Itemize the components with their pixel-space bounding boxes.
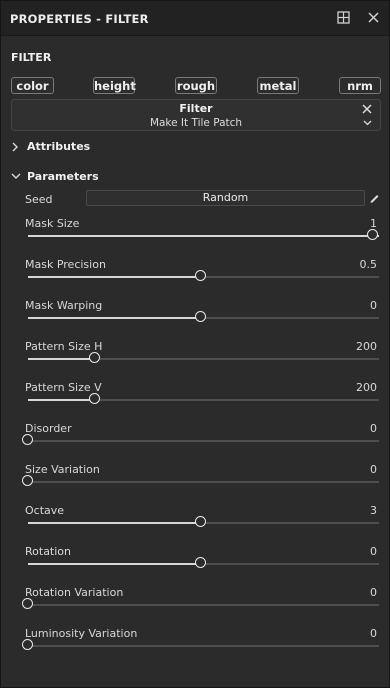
param-value: 3 [370, 504, 377, 517]
param-label: Rotation [25, 545, 72, 558]
seed-label: Seed [25, 193, 53, 206]
close-icon[interactable] [362, 104, 372, 114]
parameters-label: Parameters [27, 170, 99, 183]
param-value: 0 [370, 586, 377, 599]
param-slider-track[interactable] [28, 604, 379, 606]
section-title: FILTER [11, 51, 52, 64]
param-slider-handle[interactable] [194, 311, 206, 322]
param-slider-fill [28, 358, 97, 360]
param-row: Size Variation 0 [22, 463, 379, 503]
param-row: Pattern Size H 200 [25, 340, 379, 380]
param-slider-fill [28, 317, 204, 319]
param-slider-track[interactable] [28, 440, 379, 442]
param-slider-fill [28, 235, 379, 237]
param-row: Rotation Variation 0 [22, 586, 379, 626]
param-slider-track[interactable] [28, 645, 379, 647]
param-label: Rotation Variation [25, 586, 124, 599]
param-value: 0 [370, 299, 377, 312]
param-slider-handle[interactable] [22, 434, 33, 445]
filter-value: Make It Tile Patch [149, 117, 243, 129]
filter-selector[interactable]: Filter Make It Tile Patch [11, 99, 381, 131]
attributes-label: Attributes [27, 140, 91, 153]
param-slider-fill [28, 563, 204, 565]
close-panel-icon[interactable] [367, 11, 380, 24]
param-label: Mask Size [25, 217, 80, 230]
channel-nrm-button[interactable]: nrm [339, 77, 381, 94]
param-row: Rotation 0 [25, 545, 379, 585]
param-slider-handle[interactable] [22, 639, 33, 650]
panel-titlebar: PROPERTIES - FILTER [1, 1, 389, 36]
param-slider-handle[interactable] [89, 352, 101, 363]
param-slider-fill [28, 399, 97, 401]
channel-rough-button[interactable]: rough [175, 77, 217, 94]
param-slider-handle[interactable] [194, 270, 206, 281]
channel-height-button[interactable]: height [93, 77, 136, 94]
param-slider-handle[interactable] [22, 598, 33, 609]
param-slider-handle[interactable] [22, 475, 33, 486]
param-value: 0 [370, 422, 377, 435]
attributes-group-header[interactable]: Attributes [11, 140, 131, 154]
param-label: Disorder [25, 422, 72, 435]
param-row: Mask Precision 0.5 [25, 258, 379, 298]
param-slider-track[interactable] [28, 358, 379, 360]
param-value: 0 [370, 463, 377, 476]
param-slider-handle[interactable] [89, 393, 101, 404]
param-label: Size Variation [25, 463, 100, 476]
param-value: 0 [370, 545, 377, 558]
param-label: Octave [25, 504, 65, 517]
param-label: Mask Precision [25, 258, 106, 271]
param-label: Mask Warping [25, 299, 103, 312]
chevron-down-icon [11, 173, 21, 179]
param-slider-track[interactable] [28, 235, 379, 237]
param-label: Luminosity Variation [25, 627, 138, 640]
param-slider-handle[interactable] [194, 516, 206, 527]
param-slider-fill [28, 276, 204, 278]
panel-title: PROPERTIES - FILTER [10, 12, 149, 26]
param-value: 0.5 [359, 258, 378, 271]
channel-metal-button[interactable]: metal [257, 77, 299, 94]
param-slider-track[interactable] [28, 399, 379, 401]
dock-icon[interactable] [337, 11, 350, 24]
chevron-right-icon [12, 142, 18, 152]
param-row: Pattern Size V 200 [25, 381, 379, 421]
param-slider-handle[interactable] [367, 229, 378, 240]
seed-random-button[interactable]: Random [86, 190, 365, 206]
param-row: Disorder 0 [22, 422, 379, 462]
properties-panel: PROPERTIES - FILTER FILTER color height … [0, 0, 390, 688]
chevron-down-icon[interactable] [363, 119, 372, 126]
param-slider-track[interactable] [28, 481, 379, 483]
param-row: Octave 3 [25, 504, 379, 544]
pencil-icon[interactable] [369, 193, 380, 204]
param-value: 0 [370, 627, 377, 640]
param-value: 200 [356, 340, 377, 353]
param-label: Pattern Size V [25, 381, 102, 394]
parameters-group-header[interactable]: Parameters [11, 170, 131, 184]
param-value: 200 [356, 381, 377, 394]
param-slider-fill [28, 522, 204, 524]
param-label: Pattern Size H [25, 340, 103, 353]
param-row: Mask Warping 0 [25, 299, 379, 339]
param-slider-handle[interactable] [194, 557, 206, 568]
filter-label: Filter [179, 102, 213, 115]
param-row: Mask Size 1 [25, 217, 379, 257]
channel-color-button[interactable]: color [11, 77, 54, 94]
param-row: Luminosity Variation 0 [22, 627, 379, 667]
